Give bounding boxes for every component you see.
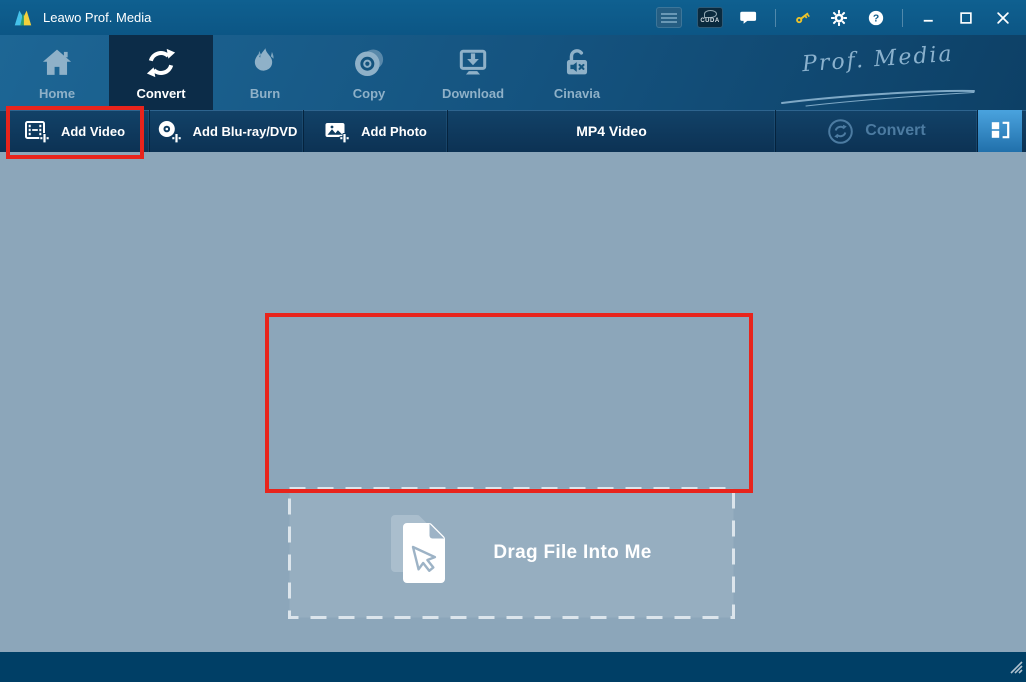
tab-burn[interactable]: Burn (213, 35, 317, 110)
svg-text:?: ? (873, 13, 879, 24)
add-video-button[interactable]: Add Video (0, 110, 150, 152)
key-icon (795, 12, 810, 24)
tab-label: Cinavia (553, 85, 601, 101)
cinavia-icon (559, 45, 595, 81)
register-button[interactable] (791, 7, 813, 29)
film-plus-icon (24, 118, 50, 144)
panel-toggle-icon (988, 118, 1012, 145)
tab-home[interactable]: Home (5, 35, 109, 110)
feedback-button[interactable] (738, 7, 760, 29)
tab-copy[interactable]: Copy (317, 35, 421, 110)
drop-zone[interactable]: Drag File Into Me (288, 487, 735, 619)
minimize-icon (923, 19, 933, 22)
settings-button[interactable] (828, 7, 850, 29)
close-icon (997, 11, 1009, 24)
format-label: MP4 Video (576, 123, 647, 139)
tab-convert[interactable]: Convert (109, 35, 213, 110)
drag-file-icon (371, 507, 463, 600)
tab-download[interactable]: Download (421, 35, 525, 110)
burn-icon (247, 45, 283, 81)
convert-action-icon (827, 118, 854, 145)
convert-label: Convert (865, 122, 926, 139)
titlebar-separator (775, 8, 776, 27)
maximize-icon (960, 11, 972, 24)
cuda-badge: CUDA (697, 7, 723, 28)
photo-plus-icon (324, 118, 350, 144)
title-bar: Leawo Prof. Media CUDA ? (0, 0, 1026, 35)
titlebar-separator (902, 8, 903, 27)
disc-plus-icon (156, 118, 182, 144)
sub-toolbar: Add Video Add Blu-ray/DVD Add Photo MP4 … (0, 110, 1026, 152)
chat-icon (740, 11, 757, 24)
gear-icon (831, 9, 847, 26)
leawo-logo-icon (12, 7, 34, 29)
add-video-label: Add Video (60, 123, 126, 139)
content-area: Drag File Into Me (0, 152, 1026, 652)
copy-icon (351, 45, 387, 81)
brand-signature: Prof. Media (801, 41, 955, 78)
close-button[interactable] (992, 7, 1014, 29)
nvidia-eye-icon (703, 10, 717, 18)
maximize-button[interactable] (955, 7, 977, 29)
tab-label: Convert (136, 85, 186, 101)
app-title: Leawo Prof. Media (43, 10, 152, 25)
format-selector[interactable]: MP4 Video (448, 110, 776, 152)
resize-grip[interactable] (1007, 658, 1023, 679)
tab-label: Download (441, 85, 505, 101)
home-icon (39, 45, 75, 81)
brand-underline-icon (778, 87, 978, 112)
convert-icon (143, 45, 179, 81)
help-icon: ? (868, 10, 884, 25)
add-photo-label: Add Photo (361, 123, 427, 139)
tab-label: Home (38, 85, 76, 101)
convert-button[interactable]: Convert (776, 110, 978, 152)
tab-label: Burn (249, 85, 281, 101)
drop-zone-content: Drag File Into Me (288, 487, 735, 619)
status-bar (0, 652, 1026, 682)
drop-zone-label: Drag File Into Me (493, 542, 652, 563)
hardware-accel-badge (656, 7, 682, 28)
tab-cinavia[interactable]: Cinavia (525, 35, 629, 110)
add-bluray-label: Add Blu-ray/DVD (192, 123, 298, 139)
minimize-button[interactable] (918, 7, 940, 29)
download-icon (455, 45, 491, 81)
tab-label: Copy (352, 85, 386, 101)
help-button[interactable]: ? (865, 7, 887, 29)
app-window: Leawo Prof. Media CUDA ? Home Convert Bu… (0, 0, 1026, 682)
add-photo-button[interactable]: Add Photo (304, 110, 448, 152)
panel-toggle-button[interactable] (978, 110, 1022, 152)
main-nav: Home Convert Burn Copy Download Cinavia … (0, 35, 1026, 110)
titlebar-controls: CUDA ? (656, 7, 1014, 29)
add-bluray-button[interactable]: Add Blu-ray/DVD (150, 110, 304, 152)
